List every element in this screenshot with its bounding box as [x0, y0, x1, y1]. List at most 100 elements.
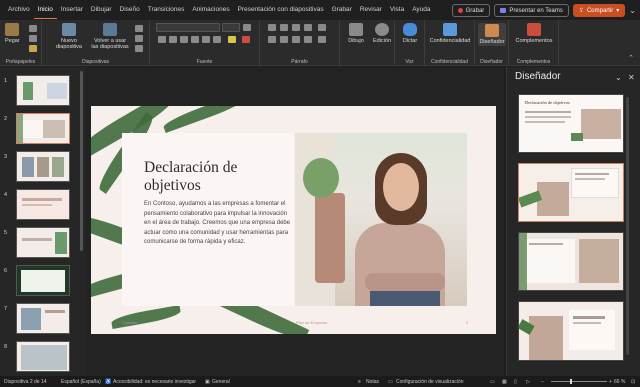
thumbnail-row[interactable]: 6 — [0, 265, 86, 299]
sensitivity-button[interactable]: Confidencialidad — [428, 23, 472, 44]
notes-button[interactable]: Notas — [366, 379, 379, 385]
align-right-icon[interactable] — [292, 36, 300, 43]
italic-icon[interactable] — [169, 36, 177, 43]
slide-body-text[interactable]: En Contoso, ayudamos a las empresas a fo… — [144, 200, 294, 248]
slide-thumbnail[interactable] — [16, 189, 70, 220]
bullets-icon[interactable] — [268, 24, 276, 31]
tab-transiciones[interactable]: Transiciones — [144, 0, 189, 20]
collapse-ribbon-icon[interactable]: ⌃ — [628, 54, 634, 62]
slide-thumbnail[interactable] — [16, 75, 70, 106]
numbering-icon[interactable] — [280, 24, 288, 31]
slideshow-icon[interactable]: ▷ — [526, 379, 530, 385]
addins-button[interactable]: Complementos — [514, 23, 554, 44]
tab-revisar[interactable]: Revisar — [356, 0, 386, 20]
grow-font-icon[interactable] — [243, 24, 251, 31]
zoom-in-icon[interactable]: + — [609, 379, 612, 385]
drawing-button[interactable]: Dibujo — [345, 23, 367, 44]
zoom-slider[interactable] — [551, 381, 607, 382]
slide-thumbnail-selected[interactable] — [16, 113, 70, 144]
group-drawing-editing: Dibujo Edición — [340, 20, 395, 66]
design-option[interactable] — [518, 232, 624, 291]
current-slide[interactable]: Declaración de objetivos En Contoso, ayu… — [91, 106, 496, 334]
thumbnail-row[interactable]: 3 — [0, 151, 86, 185]
design-option-selected[interactable] — [518, 163, 624, 222]
copy-icon[interactable] — [29, 35, 37, 42]
more-options-icon[interactable]: ⌄ — [629, 6, 636, 15]
justify-icon[interactable] — [304, 36, 312, 43]
slide-thumbnail[interactable] — [16, 303, 70, 334]
thumbnail-row[interactable]: 4 — [0, 189, 86, 223]
tab-ayuda[interactable]: Ayuda — [408, 0, 434, 20]
woman-photo[interactable] — [295, 133, 467, 306]
chevron-down-icon[interactable]: ⌄ — [615, 73, 622, 82]
slide-thumbnail[interactable] — [16, 151, 70, 182]
slide-title[interactable]: Declaración de objetivos — [144, 159, 294, 195]
thumbnail-row[interactable]: 2 — [0, 113, 86, 147]
tab-dibujar[interactable]: Dibujar — [87, 0, 116, 20]
reading-view-icon[interactable]: ▯ — [514, 379, 517, 385]
fit-to-window-icon[interactable]: ⊡ — [631, 379, 635, 385]
decrease-indent-icon[interactable] — [292, 24, 300, 31]
font-name-field[interactable] — [156, 23, 220, 32]
bold-icon[interactable] — [158, 36, 166, 43]
line-spacing-icon[interactable] — [318, 24, 326, 31]
font-color-icon[interactable] — [242, 36, 250, 43]
tab-insertar[interactable]: Insertar — [57, 0, 87, 20]
slide-thumbnail[interactable] — [16, 341, 70, 372]
thumbnail-row[interactable]: 5 — [0, 227, 86, 261]
char-spacing-icon[interactable] — [202, 36, 210, 43]
underline-icon[interactable] — [180, 36, 188, 43]
layout-icon[interactable] — [135, 25, 143, 32]
display-settings-button[interactable]: Configuración de visualización — [396, 379, 464, 385]
highlight-icon[interactable] — [228, 36, 236, 43]
tab-presentacion[interactable]: Presentación con diapositivas — [234, 0, 328, 20]
thumbnail-row[interactable]: 7 — [0, 303, 86, 337]
share-button[interactable]: ⇪ Compartir ▾ — [572, 4, 626, 17]
zoom-out-icon[interactable]: − — [541, 379, 544, 385]
sensitivity-general[interactable]: General — [212, 379, 230, 385]
format-painter-icon[interactable] — [29, 45, 37, 52]
reuse-slides-button[interactable]: Volver a usar las diapositivas — [90, 23, 130, 50]
tab-animaciones[interactable]: Animaciones — [188, 0, 233, 20]
close-icon[interactable]: ✕ — [628, 73, 635, 82]
slide-thumbnail[interactable] — [16, 265, 70, 296]
editing-button[interactable]: Edición — [370, 23, 394, 44]
strikethrough-icon[interactable] — [191, 36, 199, 43]
tab-vista[interactable]: Vista — [386, 0, 408, 20]
thumbnail-row[interactable]: 1 — [0, 75, 86, 109]
tab-diseno[interactable]: Diseño — [116, 0, 144, 20]
new-slide-button[interactable]: Nuevo diapositiva — [52, 23, 86, 50]
design-option[interactable] — [518, 301, 624, 361]
reset-icon[interactable] — [135, 35, 143, 42]
dictate-button[interactable]: Dictar — [400, 23, 420, 44]
tab-inicio[interactable]: Inicio — [33, 1, 57, 19]
slide-count[interactable]: Diapositiva 2 de 14 — [4, 379, 47, 385]
cut-icon[interactable] — [29, 25, 37, 32]
columns-icon[interactable] — [318, 36, 326, 43]
section-icon[interactable] — [135, 45, 143, 52]
tab-archivo[interactable]: Archivo — [4, 0, 34, 20]
paste-button[interactable]: Pegar — [5, 23, 20, 44]
slide-sorter-icon[interactable]: ▦ — [502, 379, 507, 385]
record-label: Grabar — [465, 7, 485, 14]
align-left-icon[interactable] — [268, 36, 276, 43]
present-in-teams-button[interactable]: Presentar en Teams — [494, 4, 569, 17]
normal-view-icon[interactable]: ▭ — [490, 379, 495, 385]
font-size-field[interactable] — [222, 23, 240, 32]
align-center-icon[interactable] — [280, 36, 288, 43]
tab-grabar[interactable]: Grabar — [328, 0, 356, 20]
thumbnail-row[interactable]: 8 — [0, 341, 86, 375]
zoom-slider-thumb[interactable] — [570, 379, 572, 384]
slide-thumbnail[interactable] — [16, 227, 70, 258]
record-button[interactable]: Grabar — [451, 4, 491, 17]
designer-scrollbar[interactable] — [626, 97, 629, 355]
design-option[interactable]: Declaración de objetivos — [518, 94, 624, 153]
thumbnails-scrollbar[interactable] — [80, 71, 83, 251]
change-case-icon[interactable] — [213, 36, 221, 43]
increase-indent-icon[interactable] — [304, 24, 312, 31]
dictate-label: Dictar — [402, 38, 418, 44]
zoom-level[interactable]: 66 % — [614, 379, 625, 385]
accessibility-status[interactable]: Accesibilidad: es necesario investigar — [113, 379, 196, 385]
designer-button[interactable]: Diseñador — [478, 23, 506, 46]
language[interactable]: Español (España) — [61, 379, 101, 385]
